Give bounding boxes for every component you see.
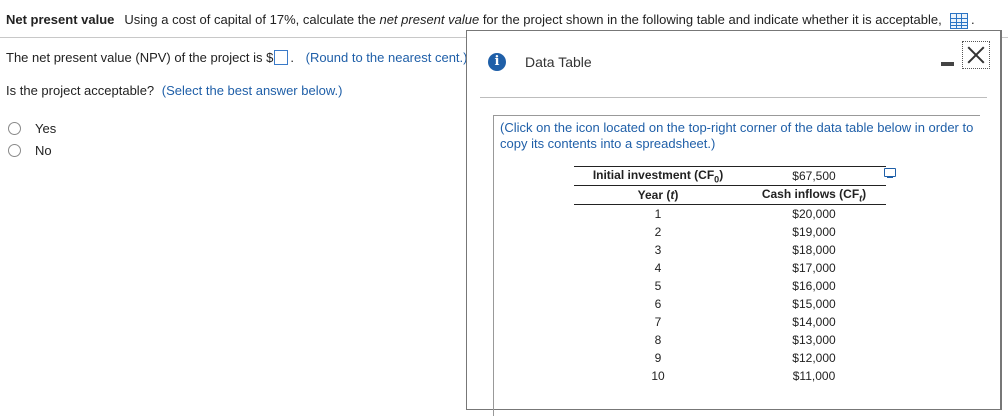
question-title: Net present value xyxy=(6,12,115,27)
cash-inflows-header: Cash inflows (CFt) xyxy=(742,185,886,205)
npv-hint: (Round to the nearest cent.) xyxy=(305,50,468,65)
year-cell: 5 xyxy=(654,279,662,293)
cash-inflow-cell: $18,000 xyxy=(792,243,836,257)
table-row: 9 $12,000 xyxy=(574,349,886,367)
year-cell: 8 xyxy=(654,333,662,347)
year-cell: 6 xyxy=(654,297,662,311)
acceptable-hint: (Select the best answer below.) xyxy=(161,83,343,98)
year-cell: 4 xyxy=(654,261,662,275)
close-button[interactable] xyxy=(962,41,990,69)
cash-inflow-cell: $12,000 xyxy=(792,351,836,365)
cash-inflow-cell: $19,000 xyxy=(792,225,836,239)
data-table: Initial investment (CF0) $67,500 Year (t… xyxy=(574,166,886,385)
column-header-row: Year (t) Cash inflows (CFt) xyxy=(574,185,886,205)
year-cell: 7 xyxy=(654,315,662,329)
cash-inflow-cell: $20,000 xyxy=(792,207,836,221)
year-cell: 2 xyxy=(654,225,662,239)
table-row: 8 $13,000 xyxy=(574,331,886,349)
year-header: Year (t) xyxy=(574,185,742,205)
popup-divider xyxy=(480,97,987,98)
year-cell: 3 xyxy=(654,243,662,257)
cash-inflow-cell: $11,000 xyxy=(792,369,836,383)
table-row: 4 $17,000 xyxy=(574,259,886,277)
cash-inflow-cell: $14,000 xyxy=(792,315,836,329)
radio-icon[interactable] xyxy=(8,144,21,157)
cash-inflow-cell: $13,000 xyxy=(792,333,836,347)
cash-inflow-cell: $16,000 xyxy=(792,279,836,293)
table-row: 5 $16,000 xyxy=(574,277,886,295)
option-no[interactable]: No xyxy=(8,143,52,158)
option-yes[interactable]: Yes xyxy=(8,121,56,136)
data-table-popup: i Data Table (Click on the icon located … xyxy=(466,30,1002,416)
cash-inflow-cell: $15,000 xyxy=(792,297,836,311)
minimize-button[interactable] xyxy=(941,62,954,66)
table-row: 10 $11,000 xyxy=(574,367,886,385)
question-trailing: . xyxy=(971,12,975,27)
table-grid-icon[interactable] xyxy=(950,13,968,29)
table-row: 2 $19,000 xyxy=(574,223,886,241)
popup-content: (Click on the icon located on the top-ri… xyxy=(493,115,980,416)
popup-instructions: (Click on the icon located on the top-ri… xyxy=(500,120,974,151)
popup-title: Data Table xyxy=(525,54,592,70)
acceptable-question: Is the project acceptable? (Select the b… xyxy=(6,83,343,98)
npv-answer-input[interactable] xyxy=(274,50,289,65)
initial-investment-row: Initial investment (CF0) $67,500 xyxy=(574,166,886,186)
year-cell: 1 xyxy=(654,207,662,221)
table-row: 3 $18,000 xyxy=(574,241,886,259)
initial-investment-label: Initial investment (CF0) xyxy=(574,166,742,186)
info-icon: i xyxy=(488,53,506,71)
npv-line: The net present value (NPV) of the proje… xyxy=(6,50,468,65)
table-row: 7 $14,000 xyxy=(574,313,886,331)
question-text: Net present value Using a cost of capital… xyxy=(6,12,942,27)
year-cell: 10 xyxy=(651,369,665,383)
radio-icon[interactable] xyxy=(8,122,21,135)
popup-header: i Data Table xyxy=(467,31,1000,91)
cash-inflow-cell: $17,000 xyxy=(792,261,836,275)
table-row: 1 $20,000 xyxy=(574,205,886,224)
table-row: 6 $15,000 xyxy=(574,295,886,313)
year-cell: 9 xyxy=(654,351,662,365)
initial-investment-value: $67,500 xyxy=(742,166,886,186)
